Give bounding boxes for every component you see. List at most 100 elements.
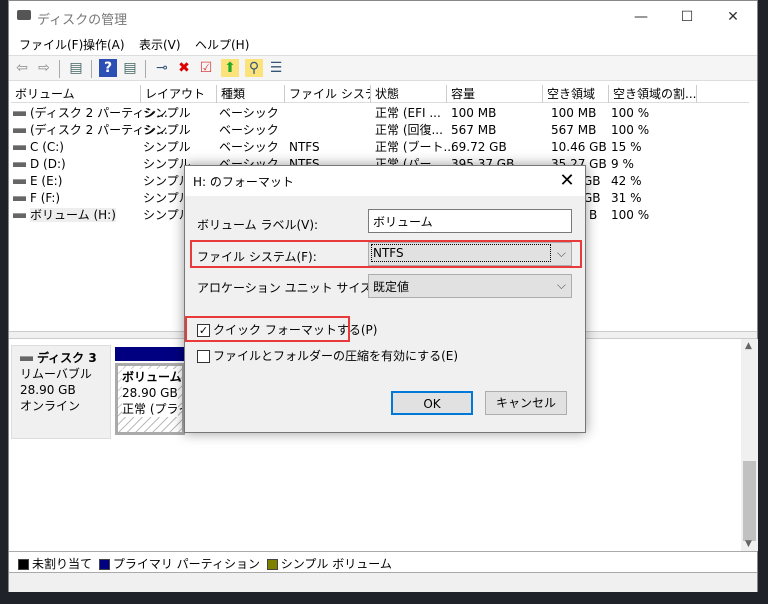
quick-format-checkbox[interactable]: ✓ クイック フォーマットする(P) bbox=[197, 321, 377, 338]
cell-容量: 69.72 GB bbox=[451, 139, 507, 156]
cell-text: 31 % bbox=[611, 191, 642, 205]
drive-icon bbox=[13, 179, 26, 184]
help-icon[interactable]: ? bbox=[99, 59, 117, 77]
quick-format-label: クイック フォーマットする(P) bbox=[213, 323, 378, 337]
separator bbox=[91, 60, 92, 78]
cell-空き領域: B bbox=[589, 207, 597, 224]
cell-状態: 正常 (EFI ... bbox=[375, 105, 441, 122]
close-button[interactable]: ✕ bbox=[713, 5, 753, 29]
toolbar: ⇦ ⇨ ▤ ? ▤ ⊸ ✖ ☑ ⬆ ⚲ ☰ bbox=[9, 55, 757, 81]
partition-h[interactable]: ボリューム (H 28.90 GB NT 正常 (プライマ bbox=[115, 347, 185, 435]
export-icon[interactable]: ⬆ bbox=[221, 59, 239, 77]
column-type[interactable]: 種類 bbox=[217, 85, 285, 103]
volume-label-label: ボリューム ラベル(V): bbox=[197, 218, 319, 232]
partition-box[interactable]: ボリューム (H 28.90 GB NT 正常 (プライマ bbox=[115, 363, 185, 435]
cell-text: 正常 (EFI ... bbox=[375, 106, 441, 120]
volume-row[interactable]: (ディスク 2 パーティシ... シンプル ベーシック 正常 (EFI ... 100 … bbox=[11, 105, 749, 122]
action-pane-icon[interactable]: ▤ bbox=[121, 59, 139, 77]
column-free-space[interactable]: 空き領域 bbox=[543, 85, 609, 103]
cell-text: ボリューム (H:) bbox=[30, 208, 116, 222]
partition-name: ボリューム (H bbox=[122, 369, 182, 385]
cell-空き領域の割...: 9 % bbox=[611, 156, 634, 173]
partition-status: 正常 (プライマ bbox=[122, 401, 182, 417]
cell-ボリューム: C (C:) bbox=[13, 139, 64, 156]
disk-name: ディスク 3 bbox=[37, 351, 97, 365]
dialog-title-bar: H: のフォーマット ✕ bbox=[185, 166, 585, 196]
column-layout[interactable]: レイアウト bbox=[141, 85, 217, 103]
column-volume[interactable]: ボリューム bbox=[11, 85, 141, 103]
cell-text: 100 MB bbox=[551, 106, 597, 120]
minimize-button[interactable]: — bbox=[621, 5, 661, 29]
maximize-button[interactable]: ☐ bbox=[667, 5, 707, 29]
cell-text: B bbox=[589, 208, 598, 222]
drive-icon bbox=[13, 111, 26, 116]
compress-checkbox[interactable]: ファイルとフォルダーの圧縮を有効にする(E) bbox=[197, 347, 458, 364]
allocation-unit-select[interactable]: 既定値 ⌵ bbox=[368, 274, 572, 298]
status-bar bbox=[9, 573, 757, 592]
separator bbox=[59, 60, 60, 78]
menu-help[interactable]: ヘルプ(H) bbox=[195, 36, 249, 53]
drive-icon bbox=[13, 128, 26, 133]
column-free-percent[interactable]: 空き領域の割... bbox=[609, 85, 697, 103]
primary-partition-bar bbox=[115, 347, 185, 361]
cell-空き領域: 100 MB bbox=[551, 105, 596, 122]
allocation-unit-value: 既定値 bbox=[373, 280, 410, 294]
filesystem-select[interactable]: NTFS ⌵ bbox=[368, 242, 572, 266]
connect-disk-icon[interactable]: ⊸ bbox=[153, 59, 171, 77]
cell-text: 100 % bbox=[611, 208, 650, 222]
scrollbar-thumb[interactable] bbox=[743, 461, 756, 541]
cell-容量: 100 MB bbox=[451, 105, 496, 122]
drive-icon bbox=[13, 213, 26, 218]
checklist-icon[interactable]: ☰ bbox=[267, 59, 285, 77]
dialog-title: H: のフォーマット bbox=[193, 175, 294, 189]
cell-text: 100 % bbox=[611, 106, 650, 120]
cell-容量: 567 MB bbox=[451, 122, 496, 139]
format-dialog: H: のフォーマット ✕ ボリューム ラベル(V): ボリューム ファイル シス… bbox=[184, 165, 586, 433]
forward-icon[interactable]: ⇨ bbox=[35, 59, 53, 77]
menu-action[interactable]: 操作(A) bbox=[83, 36, 125, 53]
filesystem-value: NTFS bbox=[371, 244, 551, 262]
cell-text: 15 % bbox=[611, 140, 642, 154]
find-icon[interactable]: ⚲ bbox=[245, 59, 263, 77]
cell-ファイル システム: NTFS bbox=[289, 139, 320, 156]
legend: 未割り当て プライマリ パーティション シンプル ボリューム bbox=[9, 551, 757, 573]
partition-info: 28.90 GB NT bbox=[122, 385, 182, 401]
legend-swatch-simple bbox=[266, 559, 278, 570]
back-icon[interactable]: ⇦ bbox=[13, 59, 31, 77]
scroll-up-icon[interactable]: ▲ bbox=[745, 341, 752, 351]
cell-ボリューム: ボリューム (H:) bbox=[13, 207, 116, 224]
cell-text: D (D:) bbox=[30, 157, 66, 171]
disk-size: 28.90 GB bbox=[20, 383, 76, 397]
cell-空き領域の割...: 100 % bbox=[611, 105, 649, 122]
vertical-scrollbar[interactable]: ▲ ▼ bbox=[741, 339, 758, 551]
volume-row[interactable]: C (C:) シンプル ベーシック NTFS 正常 (ブート... 69.72 GB 10.… bbox=[11, 139, 749, 156]
cell-text: 正常 (回復... bbox=[375, 123, 443, 137]
properties-icon[interactable]: ☑ bbox=[197, 59, 215, 77]
window-title: ディスクの管理 bbox=[37, 13, 128, 28]
volume-label-input[interactable]: ボリューム bbox=[368, 209, 572, 233]
cell-ボリューム: D (D:) bbox=[13, 156, 66, 173]
menu-file[interactable]: ファイル(F) bbox=[19, 36, 83, 53]
cell-空き領域の割...: 100 % bbox=[611, 207, 649, 224]
column-filesystem[interactable]: ファイル システム bbox=[285, 85, 371, 103]
delete-icon[interactable]: ✖ bbox=[175, 59, 193, 77]
cell-text: ベーシック bbox=[219, 123, 279, 137]
cell-空き領域の割...: 31 % bbox=[611, 190, 642, 207]
menu-view[interactable]: 表示(V) bbox=[139, 36, 181, 53]
title-bar: ディスクの管理 — ☐ ✕ bbox=[9, 1, 757, 33]
ok-button[interactable]: OK bbox=[391, 391, 473, 415]
column-status[interactable]: 状態 bbox=[371, 85, 447, 103]
legend-unallocated: 未割り当て bbox=[32, 557, 93, 571]
scroll-down-icon[interactable]: ▼ bbox=[745, 539, 752, 549]
cell-空き領域の割...: 100 % bbox=[611, 122, 649, 139]
cell-text: ベーシック bbox=[219, 106, 279, 120]
console-tree-icon[interactable]: ▤ bbox=[67, 59, 85, 77]
disk-3-label[interactable]: ディスク 3 リムーバブル 28.90 GB オンライン bbox=[11, 345, 111, 439]
drive-icon bbox=[13, 196, 26, 201]
cell-空き領域の割...: 15 % bbox=[611, 139, 642, 156]
volume-row[interactable]: (ディスク 2 パーティシ... シンプル ベーシック 正常 (回復... 567 MB… bbox=[11, 122, 749, 139]
column-capacity[interactable]: 容量 bbox=[447, 85, 543, 103]
dialog-close-button[interactable]: ✕ bbox=[555, 169, 579, 193]
cancel-button[interactable]: キャンセル bbox=[485, 391, 567, 415]
checkbox-checked-icon: ✓ bbox=[197, 324, 210, 337]
